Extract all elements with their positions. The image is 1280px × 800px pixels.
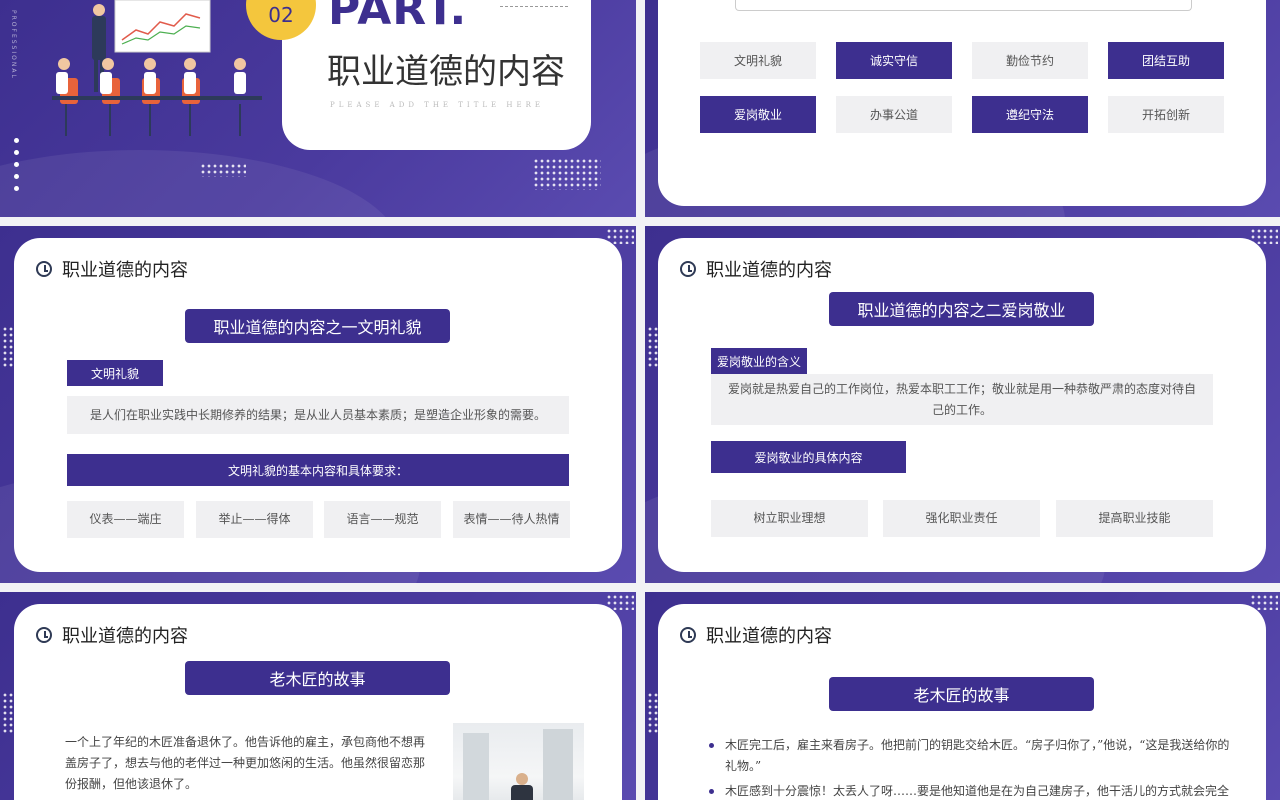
- grid-item-4[interactable]: 团结互助: [1108, 42, 1224, 79]
- description-box: 爱岗就是热爱自己的工作岗位，热爱本职工工作；敬业就是用一种恭敬严肃的态度对待自己…: [711, 374, 1213, 425]
- side-vertical-text: PROFESSIONAL: [10, 10, 17, 80]
- slide-civility[interactable]: 职业道德的内容 职业道德的内容之一文明礼貌 文明礼貌 是人们在职业实践中长期修养…: [0, 226, 636, 583]
- grid-item-label: 遵纪守法: [1005, 108, 1054, 122]
- slide-part-cover[interactable]: PROFESSIONAL 02 PART. 职业道德的内容 PLEASE ADD…: [0, 0, 636, 217]
- page-subtitle: PLEASE ADD THE TITLE HERE: [330, 101, 544, 109]
- content-box-3[interactable]: 提高职业技能: [1056, 500, 1213, 537]
- grid-item-label: 文明礼貌: [733, 54, 782, 68]
- grid-item-label: 爱岗敬业: [733, 108, 782, 122]
- title-dotted-line: [500, 6, 568, 7]
- header-title: 职业道德的内容: [706, 260, 832, 281]
- slide-dedication[interactable]: 职业道德的内容 职业道德的内容之二爱岗敬业 爱岗敬业的含义 爱岗就是热爱自己的工…: [645, 226, 1280, 583]
- section-pill: 职业道德的内容之一文明礼貌: [185, 309, 450, 343]
- top-divider: [735, 0, 1192, 11]
- slide-header: 职业道德的内容: [680, 256, 832, 282]
- slide-story-intro[interactable]: 职业道德的内容 老木匠的故事 一个上了年纪的木匠准备退休了。他告诉他的雇主，承包…: [0, 592, 636, 800]
- description-box: 是人们在职业实践中长期修养的结果；是从业人员基本素质；是塑造企业形象的需要。: [67, 396, 569, 434]
- slide-header: 职业道德的内容: [680, 622, 832, 648]
- slide-content-grid[interactable]: 文明礼貌 诚实守信 勤俭节约 团结互助 爱岗敬业 办事公道 遵纪守法 开拓创新: [645, 0, 1280, 217]
- slide-header: 职业道德的内容: [36, 256, 188, 282]
- grid-item-3[interactable]: 勤俭节约: [972, 42, 1088, 79]
- requirement-box-1[interactable]: 仪表——端庄: [67, 501, 184, 538]
- subsection-tag: 文明礼貌: [67, 360, 163, 386]
- decor-dot-grid: [2, 692, 14, 734]
- grid-item-label: 开拓创新: [1141, 108, 1190, 122]
- section-pill: 职业道德的内容之二爱岗敬业: [829, 292, 1094, 326]
- grid-item-1[interactable]: 文明礼貌: [700, 42, 816, 79]
- grid-item-label: 团结互助: [1141, 54, 1190, 68]
- part-number: 02: [268, 3, 294, 27]
- slide-header: 职业道德的内容: [36, 622, 188, 648]
- subsection-tag: 爱岗敬业的含义: [711, 348, 807, 374]
- grid-item-8[interactable]: 开拓创新: [1108, 96, 1224, 133]
- header-title: 职业道德的内容: [706, 626, 832, 647]
- decor-dot-grid: [533, 158, 601, 190]
- grid-item-5[interactable]: 爱岗敬业: [700, 96, 816, 133]
- clock-icon: [36, 261, 52, 277]
- decor-dot-grid: [200, 163, 246, 177]
- decor-dot-grid: [2, 326, 14, 368]
- grid-item-6[interactable]: 办事公道: [836, 96, 952, 133]
- grid-item-label: 勤俭节约: [1005, 54, 1054, 68]
- section-pill: 老木匠的故事: [185, 661, 450, 695]
- story-photo: [453, 723, 584, 800]
- grid-item-7[interactable]: 遵纪守法: [972, 96, 1088, 133]
- part-label: PART.: [328, 0, 468, 35]
- requirement-box-4[interactable]: 表情——待人热情: [453, 501, 570, 538]
- section-pill: 老木匠的故事: [829, 677, 1094, 711]
- requirement-box-3[interactable]: 语言——规范: [324, 501, 441, 538]
- clock-icon: [680, 627, 696, 643]
- story-bullet-2: 木匠感到十分震惊！太丢人了呀……要是他知道他是在为自己建房子，他干活儿的方式就会…: [709, 781, 1241, 800]
- clock-icon: [680, 261, 696, 277]
- content-box-1[interactable]: 树立职业理想: [711, 500, 868, 537]
- header-title: 职业道德的内容: [62, 626, 188, 647]
- decor-vertical-dots: [14, 138, 20, 198]
- story-text: 一个上了年纪的木匠准备退休了。他告诉他的雇主，承包商他不想再盖房子了，想去与他的…: [65, 735, 426, 791]
- grid-item-label: 办事公道: [869, 108, 918, 122]
- requirements-bar: 文明礼貌的基本内容和具体要求：: [67, 454, 569, 486]
- slide-story-ending[interactable]: 职业道德的内容 老木匠的故事 木匠完工后，雇主来看房子。他把前门的钥匙交给木匠。…: [645, 592, 1280, 800]
- grid-item-label: 诚实守信: [869, 54, 918, 68]
- grid-item-2[interactable]: 诚实守信: [836, 42, 952, 79]
- meeting-illustration: [52, 0, 262, 136]
- requirement-box-2[interactable]: 举止——得体: [196, 501, 313, 538]
- content-box-2[interactable]: 强化职业责任: [883, 500, 1040, 537]
- header-title: 职业道德的内容: [62, 260, 188, 281]
- clock-icon: [36, 627, 52, 643]
- story-bullet-1: 木匠完工后，雇主来看房子。他把前门的钥匙交给木匠。“房子归你了，”他说，“这是我…: [709, 735, 1241, 777]
- page-title: 职业道德的内容: [327, 52, 565, 92]
- content-bar: 爱岗敬业的具体内容: [711, 441, 906, 473]
